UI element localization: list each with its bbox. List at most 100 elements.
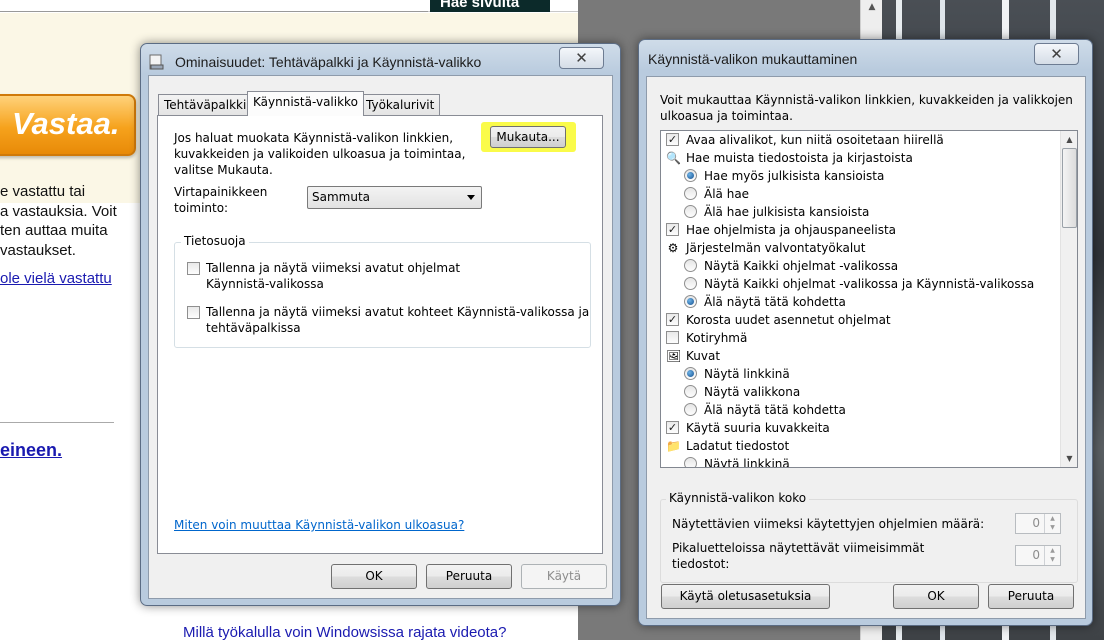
tree-item[interactable]: Älä näytä tätä kohdetta [661,401,1059,419]
tree-scrollbar[interactable]: ▲ ▼ [1060,131,1077,467]
start-menu-options-tree[interactable]: ✓ Avaa alivalikot, kun niitä osoitetaan h… [660,130,1078,468]
option-radio[interactable] [684,277,697,290]
tree-item[interactable]: Hae myös julkisista kansioista [661,167,1059,185]
checkbox-label-line: tehtäväpalkissa [206,321,301,335]
background-bold-link[interactable]: eineen. [0,440,62,461]
chevron-down-icon [467,195,475,200]
dialog-client-area: Voit mukauttaa Käynnistä-valikon linkkie… [646,76,1086,619]
tree-item[interactable]: Älä hae [661,185,1059,203]
taskbar-properties-dialog: Ominaisuudet: Tehtäväpalkki ja Käynnistä… [140,43,621,606]
privacy-group: Tietosuoja Tallenna ja näytä viimeksi av… [174,234,591,348]
tree-item[interactable]: ✓ Käytä suuria kuvakkeita [661,419,1059,437]
tree-item[interactable]: Kotiryhmä [661,329,1059,347]
scroll-up-arrow-icon[interactable]: ▲ [864,2,880,16]
option-radio[interactable] [684,187,697,200]
option-checkbox[interactable] [666,331,679,344]
recent-programs-count-label: Näytettävien viimeksi käytettyjen ohjelm… [672,516,984,532]
apply-button[interactable]: Käytä [521,564,607,589]
option-radio[interactable] [684,169,697,182]
spinner-arrows[interactable]: ▲ ▼ [1044,546,1060,565]
option-checkbox[interactable]: ✓ [666,133,679,146]
background-text-line: e vastattu tai [0,183,86,200]
tree-item[interactable]: ✓ Hae ohjelmista ja ohjauspaneelista [661,221,1059,239]
tree-item[interactable]: Näytä Kaikki ohjelmat -valikossa ja Käyn… [661,275,1059,293]
close-button[interactable]: ✕ [1034,43,1079,65]
option-radio[interactable] [684,295,697,308]
tree-item-label: Älä näytä tätä kohdetta [704,403,846,417]
background-paragraph: e vastattu tai a vastauksia. Voit ten au… [0,182,140,260]
ok-button[interactable]: OK [331,564,417,589]
restore-defaults-button[interactable]: Käytä oletusasetuksia [661,584,830,609]
tree-item-label: Ladatut tiedostot [686,439,790,453]
start-menu-help-link[interactable]: Miten voin muuttaa Käynnistä-valikon ulk… [174,518,464,532]
power-action-value: Sammuta [312,190,371,204]
tree-item[interactable]: ✓ Avaa alivalikot, kun niitä osoitetaan h… [661,131,1059,149]
tree-item[interactable]: Älä näytä tätä kohdetta [661,293,1059,311]
customize-start-menu-dialog: Käynnistä-valikon mukauttaminen ✕ Voit m… [638,39,1093,626]
background-text-line: a vastauksia. Voit [0,202,117,220]
spin-up-icon[interactable]: ▲ [1045,546,1060,555]
tree-item[interactable]: Näytä valikkona [661,383,1059,401]
option-checkbox[interactable]: ✓ [666,313,679,326]
close-icon: ✕ [575,49,588,67]
background-divider [0,422,114,423]
background-unanswered-link[interactable]: ole vielä vastattu [0,270,112,287]
tab-start-menu[interactable]: Käynnistä-valikko [247,91,364,116]
tree-item-label: Hae ohjelmista ja ohjauspaneelista [686,223,897,237]
customize-button[interactable]: Mukauta... [490,126,566,148]
tree-item[interactable]: Näytä linkkinä [661,365,1059,383]
power-action-select[interactable]: Sammuta [307,186,482,209]
background-text-line: ten auttaa muita [0,222,108,239]
option-radio[interactable] [684,457,697,467]
search-folder-icon: 🔍 [666,151,681,165]
tree-item[interactable]: 📁 Ladatut tiedostot [661,437,1059,455]
close-icon: ✕ [1050,45,1063,63]
close-button[interactable]: ✕ [559,47,604,69]
tree-item-label: Hae myös julkisista kansioista [704,169,885,183]
option-radio[interactable] [684,385,697,398]
tree-item-label: Kotiryhmä [686,331,748,345]
cancel-button[interactable]: Peruuta [426,564,512,589]
tree-item[interactable]: ⚙ Järjestelmän valvontatyökalut [661,239,1059,257]
jumplist-value: 0 [1032,548,1040,562]
recent-programs-label: Tallenna ja näytä viimeksi avatut ohjelm… [206,260,460,292]
tree-item[interactable]: 🔍 Hae muista tiedostoista ja kirjastoista [661,149,1059,167]
tree-item[interactable]: Näytä linkkinä [661,455,1059,468]
spinner-arrows[interactable]: ▲ ▼ [1044,514,1060,533]
recent-programs-spinner[interactable]: 0 ▲ ▼ [1015,513,1061,534]
description-line: valitse Mukauta. [174,163,273,177]
recent-programs-checkbox[interactable] [187,262,200,275]
ok-button[interactable]: OK [893,584,979,609]
option-radio[interactable] [684,259,697,272]
option-checkbox[interactable]: ✓ [666,223,679,236]
cancel-button[interactable]: Peruuta [988,584,1074,609]
background-search-button[interactable]: Hae sivulta [430,0,550,12]
tree-item[interactable]: Näytä Kaikki ohjelmat -valikossa [661,257,1059,275]
scroll-thumb[interactable] [1062,148,1077,228]
spin-up-icon[interactable]: ▲ [1045,514,1060,523]
answer-button[interactable]: Vastaa. [0,94,136,156]
option-radio[interactable] [684,205,697,218]
option-radio[interactable] [684,403,697,416]
tree-item-label: Näytä linkkinä [704,457,790,468]
background-search-input[interactable] [0,0,428,12]
option-radio[interactable] [684,367,697,380]
tree-item[interactable]: Älä hae julkisista kansioista [661,203,1059,221]
tree-item-label: Älä hae julkisista kansioista [704,205,870,219]
jumplist-spinner[interactable]: 0 ▲ ▼ [1015,545,1061,566]
spin-down-icon[interactable]: ▼ [1045,555,1060,564]
option-checkbox[interactable]: ✓ [666,421,679,434]
size-group-title: Käynnistä-valikon koko [666,491,810,505]
tree-item[interactable]: ✓ Korosta uudet asennetut ohjelmat [661,311,1059,329]
tree-item[interactable]: 🖼 Kuvat [661,347,1059,365]
recent-items-checkbox[interactable] [187,306,200,319]
tab-toolbars[interactable]: Työkalurivit [360,94,441,116]
scroll-up-arrow-icon[interactable]: ▲ [1061,131,1077,148]
scroll-down-arrow-icon[interactable]: ▼ [1061,450,1077,467]
spin-down-icon[interactable]: ▼ [1045,523,1060,532]
background-question-link[interactable]: Millä työkalulla voin Windowsissa rajata… [183,624,506,640]
privacy-group-title: Tietosuoja [181,234,249,248]
power-label-line: toiminto: [174,201,229,215]
tab-taskbar[interactable]: Tehtäväpalkki [158,94,253,116]
checkbox-label-line: Tallenna ja näytä viimeksi avatut ohjelm… [206,261,461,275]
